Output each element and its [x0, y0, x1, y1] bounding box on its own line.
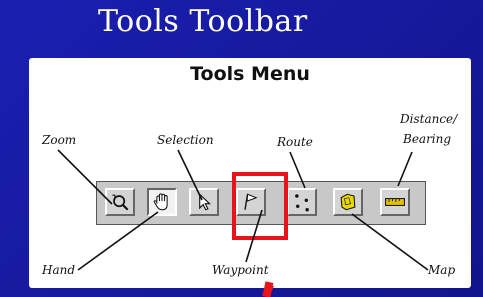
panel-title: Tools Menu — [190, 63, 310, 85]
selection-tool-button[interactable] — [189, 188, 219, 216]
distance-bearing-tool-button[interactable] — [380, 188, 410, 216]
label-selection: Selection — [157, 133, 214, 147]
label-route: Route — [277, 135, 313, 149]
waypoint-highlight-box — [232, 172, 288, 240]
zoom-icon — [112, 194, 129, 211]
label-hand: Hand — [42, 263, 76, 277]
label-distance: Distance/ — [400, 112, 458, 126]
label-map: Map — [428, 263, 456, 277]
label-zoom: Zoom — [42, 133, 77, 147]
hand-icon — [153, 193, 168, 211]
pointer-arrow-icon — [199, 192, 211, 211]
map-tool-button[interactable] — [333, 188, 363, 216]
slide: Tools Toolbar Tools Menu Zoom Selection … — [0, 0, 483, 297]
route-tool-button[interactable] — [287, 188, 317, 216]
slide-title: Tools Toolbar — [98, 4, 308, 39]
label-waypoint: Waypoint — [212, 263, 269, 277]
zoom-tool-button[interactable] — [105, 188, 135, 216]
label-bearing: Bearing — [403, 132, 452, 146]
route-dots-icon — [295, 194, 309, 212]
map-icon — [340, 193, 356, 211]
ruler-icon — [385, 198, 405, 206]
hand-tool-button[interactable] — [147, 188, 177, 216]
